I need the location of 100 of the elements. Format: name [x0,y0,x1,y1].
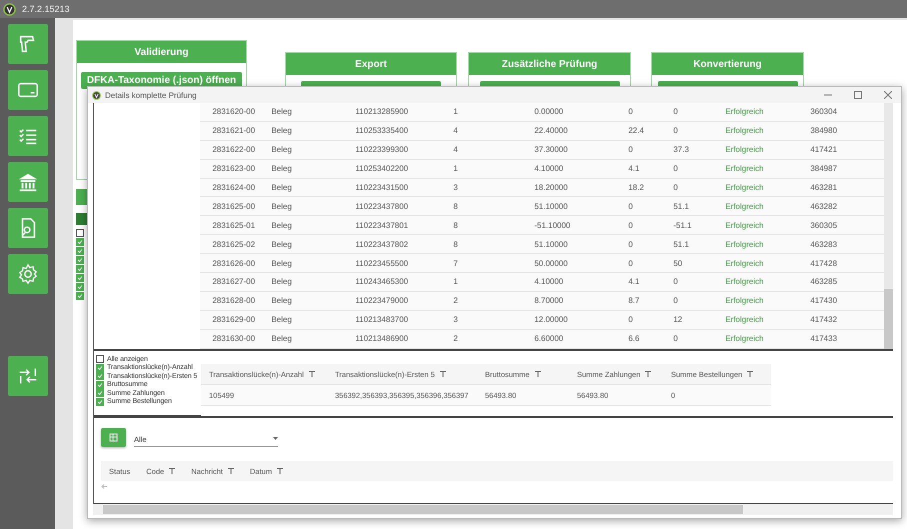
status-cell-text: Erfolgreich [725,183,765,192]
table-cell-text: Beleg [271,164,293,174]
dialog-title: Details komplette Prüfung [105,90,198,100]
table-cell-text: 0 [673,183,679,192]
table-cell-text: 18.20000 [534,183,569,192]
table-cell-text: Beleg [271,258,293,268]
table-cell-text: 8.7 [628,296,640,306]
table-cell-text: Beleg [271,240,293,249]
table-cell-text: 4.10000 [534,277,564,286]
table-cell-text: 51.1 [673,202,690,211]
status-cell-text: Erfolgreich [725,258,765,268]
table-cell-text: 360304 [810,107,838,116]
table-cell-text: 463285 [810,277,838,286]
table-cell-text: 2831627-00 [212,277,256,286]
status-cell-text: Erfolgreich [725,145,765,154]
version-label: 2.7.2.15213 [22,4,70,14]
table-cell-text: 0 [673,334,679,344]
table-row[interactable]: 2831626-00 Beleg 110223455500 7 50.00000 0 50 Erfolgreich 417428 [200,254,884,274]
card-title: Konvertierung [652,53,803,75]
table-cell-text: 0 [673,296,679,306]
table-row[interactable]: 2831623-00 Beleg 110253402200 1 4.10000 4.1 0 Erfolgreich 384987 [200,160,884,179]
table-row[interactable]: 2831621-00 Beleg 110253335400 4 22.40000 22.4 0 Erfolgreich 384980 [200,122,884,141]
table-cell-text: -51.10000 [534,220,572,230]
table-cell-text: 110223437802 [355,240,410,249]
card-title: Export [286,53,456,75]
table-cell-text: 2831629-00 [212,315,256,324]
table-cell-text: 110213486900 [355,334,410,344]
table-row[interactable]: 2831630-00 Beleg 110213486900 2 6.60000 6.6 0 Erfolgreich 417433 [200,330,884,349]
table-cell-text: 4 [453,145,459,154]
table-cell-text: 4.10000 [534,164,564,174]
table-cell-text: 417430 [810,296,838,306]
table-cell-text: 37.3 [673,145,690,154]
table-cell-text: 7 [453,258,459,268]
table-cell-text: 1 [453,107,459,116]
card-title: Validierung [77,41,246,63]
table-cell-text: 463282 [810,202,838,211]
table-cell-text: 384980 [810,126,838,136]
table-cell-text: 110223455500 [355,258,410,268]
table-cell-text: 110213483700 [355,315,410,324]
table-cell-text: 360305 [810,220,838,230]
table-cell-text: 110243465300 [355,277,410,286]
table-cell-text: 110223399300 [355,145,410,154]
table-cell-text: 2831624-00 [212,183,256,192]
table-row[interactable]: 2831625-01 Beleg 110223437801 8 -51.10000 0 -51.1 Erfolgreich 360305 [200,216,884,236]
table-cell-text: 110223479000 [355,296,410,306]
table-cell-text: 50 [673,258,684,268]
status-cell-text: Erfolgreich [725,202,765,211]
table-cell-text: 37.30000 [534,145,569,154]
table-row[interactable]: 2831622-00 Beleg 110223399300 4 37.30000 0 37.3 Erfolgreich 417421 [200,140,884,160]
table-row[interactable]: 2831625-02 Beleg 110223437802 8 51.10000 0 51.1 Erfolgreich 463283 [200,235,884,254]
table-cell-text: 2831621-00 [212,126,256,136]
table-cell-text: 6.60000 [534,334,564,344]
table-cell-text: 0 [628,145,634,154]
table-cell-text: 0 [628,315,634,324]
table-cell-text: 50.00000 [534,258,569,268]
table-row[interactable]: 2831625-00 Beleg 110223437800 8 51.10000 0 51.1 Erfolgreich 463282 [200,197,884,216]
table-cell-text: 2831625-01 [212,220,256,230]
table-cell-text: 110213285900 [355,107,410,116]
status-cell-text: Erfolgreich [725,296,765,306]
table-cell-text: 2831622-00 [212,145,256,154]
table-cell-text: 0 [673,126,679,136]
table-cell-text: 51.10000 [534,202,569,211]
table-row[interactable]: 2831624-00 Beleg 110223431500 3 18.20000 18.2 0 Erfolgreich 463281 [200,178,884,198]
table-cell-text: 18.2 [628,183,645,192]
table-cell-text: 2831630-00 [212,334,256,344]
table-cell-text: 12 [673,315,684,324]
table-row[interactable]: 2831627-00 Beleg 110243465300 1 4.10000 4.1 0 Erfolgreich 463285 [200,273,884,292]
table-cell-text: 2831625-00 [212,202,256,211]
table-cell-text: 384987 [810,164,838,174]
table-cell-text: 0 [628,220,634,230]
table-cell-text: 417428 [810,258,838,268]
table-cell-text: 0 [673,164,679,174]
status-cell-text: Erfolgreich [725,315,765,324]
table-cell-text: 0 [628,202,634,211]
status-cell-text: Erfolgreich [725,277,765,286]
table-cell-text: 0 [673,277,679,286]
table-cell-text: 2 [453,334,459,344]
table-cell-text: 0 [628,258,634,268]
status-cell-text: Erfolgreich [725,107,765,116]
table-cell-text: Beleg [271,183,293,192]
table-cell-text: Beleg [271,277,293,286]
table-row[interactable]: 2831620-00 Beleg 110213285900 1 0.00000 0 0 Erfolgreich 360304 [200,103,884,122]
table-cell-text: 22.40000 [534,126,569,136]
table-cell-text: 417433 [810,334,838,344]
table-cell-text: 2 [453,296,459,306]
table-cell-text: 4.1 [628,277,640,286]
table-row[interactable]: 2831629-00 Beleg 110213483700 3 12.00000 0 12 Erfolgreich 417432 [200,310,884,330]
table-cell-text: 0 [628,107,634,116]
status-cell-text: Erfolgreich [725,334,765,344]
table-cell-text: Beleg [271,296,293,306]
table-cell-text: Beleg [271,145,293,154]
status-cell-text: Erfolgreich [725,220,765,230]
card-title: Zusätzliche Prüfung [469,53,630,75]
table-cell-text: -51.1 [673,220,693,230]
table-row[interactable]: 2831628-00 Beleg 110223479000 2 8.70000 8.7 0 Erfolgreich 417430 [200,292,884,311]
table-cell-text: 8 [453,220,459,230]
table-cell-text: 0 [673,107,679,116]
table-cell-text: 3 [453,315,459,324]
table-cell-text: 110223431500 [355,183,410,192]
table-cell-text: 2831625-02 [212,240,256,249]
